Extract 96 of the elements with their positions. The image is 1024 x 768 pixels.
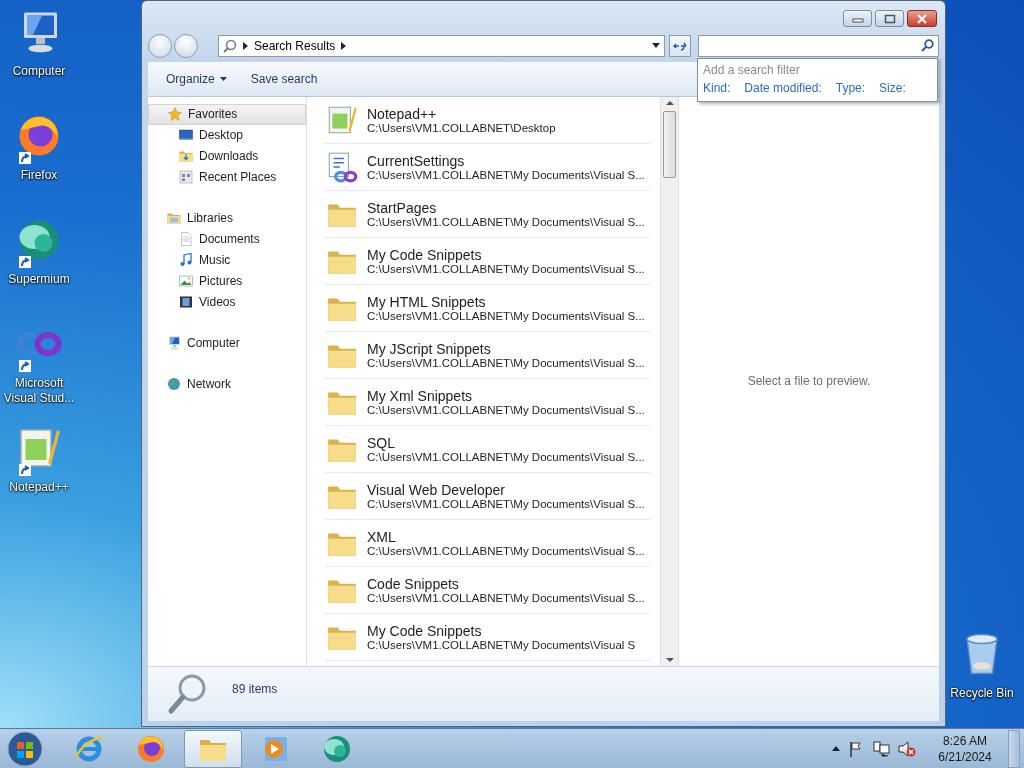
search-icon [223,38,237,53]
file-path: C:\Users\VM1.COLLABNET\My Documents\Visual S... [367,497,645,510]
file-name: Code Snippets [367,575,460,592]
filter-title: Add a search filter [703,63,801,77]
file-name: My Code Snippets [367,246,483,263]
network-icon[interactable] [872,740,890,757]
file-path: C:\Users\VM1.COLLABNET\Desktop [367,121,556,134]
volume-muted-icon[interactable] [898,740,916,757]
desktop-icon-label[interactable]: Computer [0,64,78,79]
maximize-button[interactable] [875,10,904,27]
address-bar[interactable]: Search Results [218,34,665,57]
flag-icon[interactable] [848,740,864,757]
recent-places-icon [178,169,194,186]
file-row[interactable]: My Code Snippets C:\Users\VM1.COLLABNET\My Documents\Visual S [325,613,650,661]
close-icon [916,13,928,24]
date: 6/21/2024 [938,748,992,765]
nav-item[interactable]: Desktop [148,124,306,146]
minimize-button[interactable] [843,10,872,27]
film-icon [178,294,194,311]
file-row[interactable]: My Code Snippets C:\Users\VM1.COLLABNET\My Documents\Visual S... [325,237,650,285]
file-path: C:\Users\VM1.COLLABNET\My Documents\Visual S... [367,591,645,604]
chevron-icon[interactable] [243,41,248,50]
file-path: C:\Users\VM1.COLLABNET\My Documents\Visual S... [367,215,645,228]
music-note-icon [178,252,194,269]
star-icon [167,106,183,123]
dropdown-caret-icon[interactable] [652,43,660,49]
file-row[interactable]: Visual Web Developer C:\Users\VM1.COLLABNET\My Documents\Visual S... [325,472,650,520]
breadcrumb[interactable]: Search Results [254,38,336,53]
item-count: 89 items [232,682,278,697]
file-name: Visual Web Developer [367,481,506,498]
nav-item[interactable]: Documents [148,228,306,250]
file-name: CurrentSettings [367,152,466,169]
start-button[interactable] [4,729,46,768]
desktop-icon-label[interactable]: Firefox [0,168,78,183]
taskbar-button[interactable] [184,729,242,768]
desktop-icon-label[interactable]: Supermium [0,272,78,287]
file-name: My HTML Snippets [367,293,487,310]
file-row[interactable]: XML C:\Users\VM1.COLLABNET\My Documents\Visual S... [325,519,650,567]
file-path: C:\Users\VM1.COLLABNET\My Documents\Visual S... [367,309,645,322]
nav-item[interactable]: Libraries [148,207,306,229]
file-path: C:\Users\VM1.COLLABNET\My Documents\Visual S... [367,168,645,181]
maximize-icon [883,13,896,24]
file-path: C:\Users\VM1.COLLABNET\My Documents\Visual S [367,638,636,651]
file-row[interactable]: My JScript Snippets C:\Users\VM1.COLLABNET\My Documents\Visual S... [325,331,650,379]
file-path: C:\Users\VM1.COLLABNET\My Documents\Visual S... [367,356,645,369]
scroll-thumb[interactable] [663,110,676,178]
file-row[interactable]: My HTML Snippets C:\Users\VM1.COLLABNET\My Documents\Visual S... [325,284,650,332]
file-name: StartPages [367,199,438,216]
desktop-icon-label[interactable]: Recycle Bin [943,686,1021,701]
nav-item[interactable]: Network [148,373,306,395]
nav-item[interactable]: Favorites [148,103,306,125]
file-path: C:\Users\VM1.COLLABNET\My Documents\Visual S... [367,403,645,416]
nav-item[interactable]: Pictures [148,270,306,292]
scrollbar[interactable] [660,96,678,667]
show-hidden-icons-button[interactable] [832,746,840,751]
network-globe-icon [166,376,182,393]
search-field[interactable] [698,34,939,57]
file-row[interactable]: StartPages C:\Users\VM1.COLLABNET\My Documents\Visual S... [325,190,650,238]
file-name: XML [367,528,397,545]
file-row[interactable]: Code Snippets C:\Users\VM1.COLLABNET\My Documents\Visual S... [325,566,650,614]
file-name: My JScript Snippets [367,340,492,357]
back-button[interactable] [148,33,172,58]
picture-icon [178,273,194,290]
time: 8:26 AM [943,732,987,749]
preview-message: Select a file to preview. [747,374,871,389]
organize-menu[interactable]: Organize [156,67,237,90]
file-row[interactable]: Notepad++ C:\Users\VM1.COLLABNET\Desktop [325,96,650,144]
nav-item[interactable]: Downloads [148,145,306,167]
filter-link[interactable]: Date modified: [744,81,822,95]
file-path: C:\Users\VM1.COLLABNET\My Documents\Visual S... [367,262,645,275]
file-name: SQL [367,434,396,451]
monitor-icon [166,335,182,352]
refresh-button[interactable] [669,34,691,57]
caret-icon [219,76,227,81]
filter-link[interactable]: Type: [835,81,866,95]
file-row[interactable]: CurrentSettings C:\Users\VM1.COLLABNET\My Documents\Visual S... [325,143,650,191]
file-name: My Xml Snippets [367,387,474,404]
file-name: My Code Snippets [367,622,483,639]
document-icon [178,231,194,248]
file-row[interactable]: SQL C:\Users\VM1.COLLABNET\My Documents\Visual S... [325,425,650,473]
clock[interactable]: 8:26 AM 6/21/2024 [930,732,1000,765]
nav-item[interactable]: Videos [148,291,306,313]
nav-item[interactable]: Computer [148,332,306,354]
file-path: C:\Users\VM1.COLLABNET\My Documents\Visual S... [367,450,645,463]
filter-link[interactable]: Kind: [703,81,731,95]
chevron-icon[interactable] [341,41,347,50]
filter-link[interactable]: Size: [879,81,906,95]
file-row[interactable]: My Xml Snippets C:\Users\VM1.COLLABNET\My Documents\Visual S... [325,378,650,426]
toolbar-button[interactable]: Save search [240,67,328,90]
file-name: Notepad++ [367,105,438,122]
forward-button[interactable] [174,33,198,58]
search-icon [921,39,934,53]
nav-item[interactable]: Recent Places [148,166,306,188]
nav-item[interactable]: Music [148,249,306,271]
close-button[interactable] [907,10,937,27]
file-path: C:\Users\VM1.COLLABNET\My Documents\Visual S... [367,544,645,557]
